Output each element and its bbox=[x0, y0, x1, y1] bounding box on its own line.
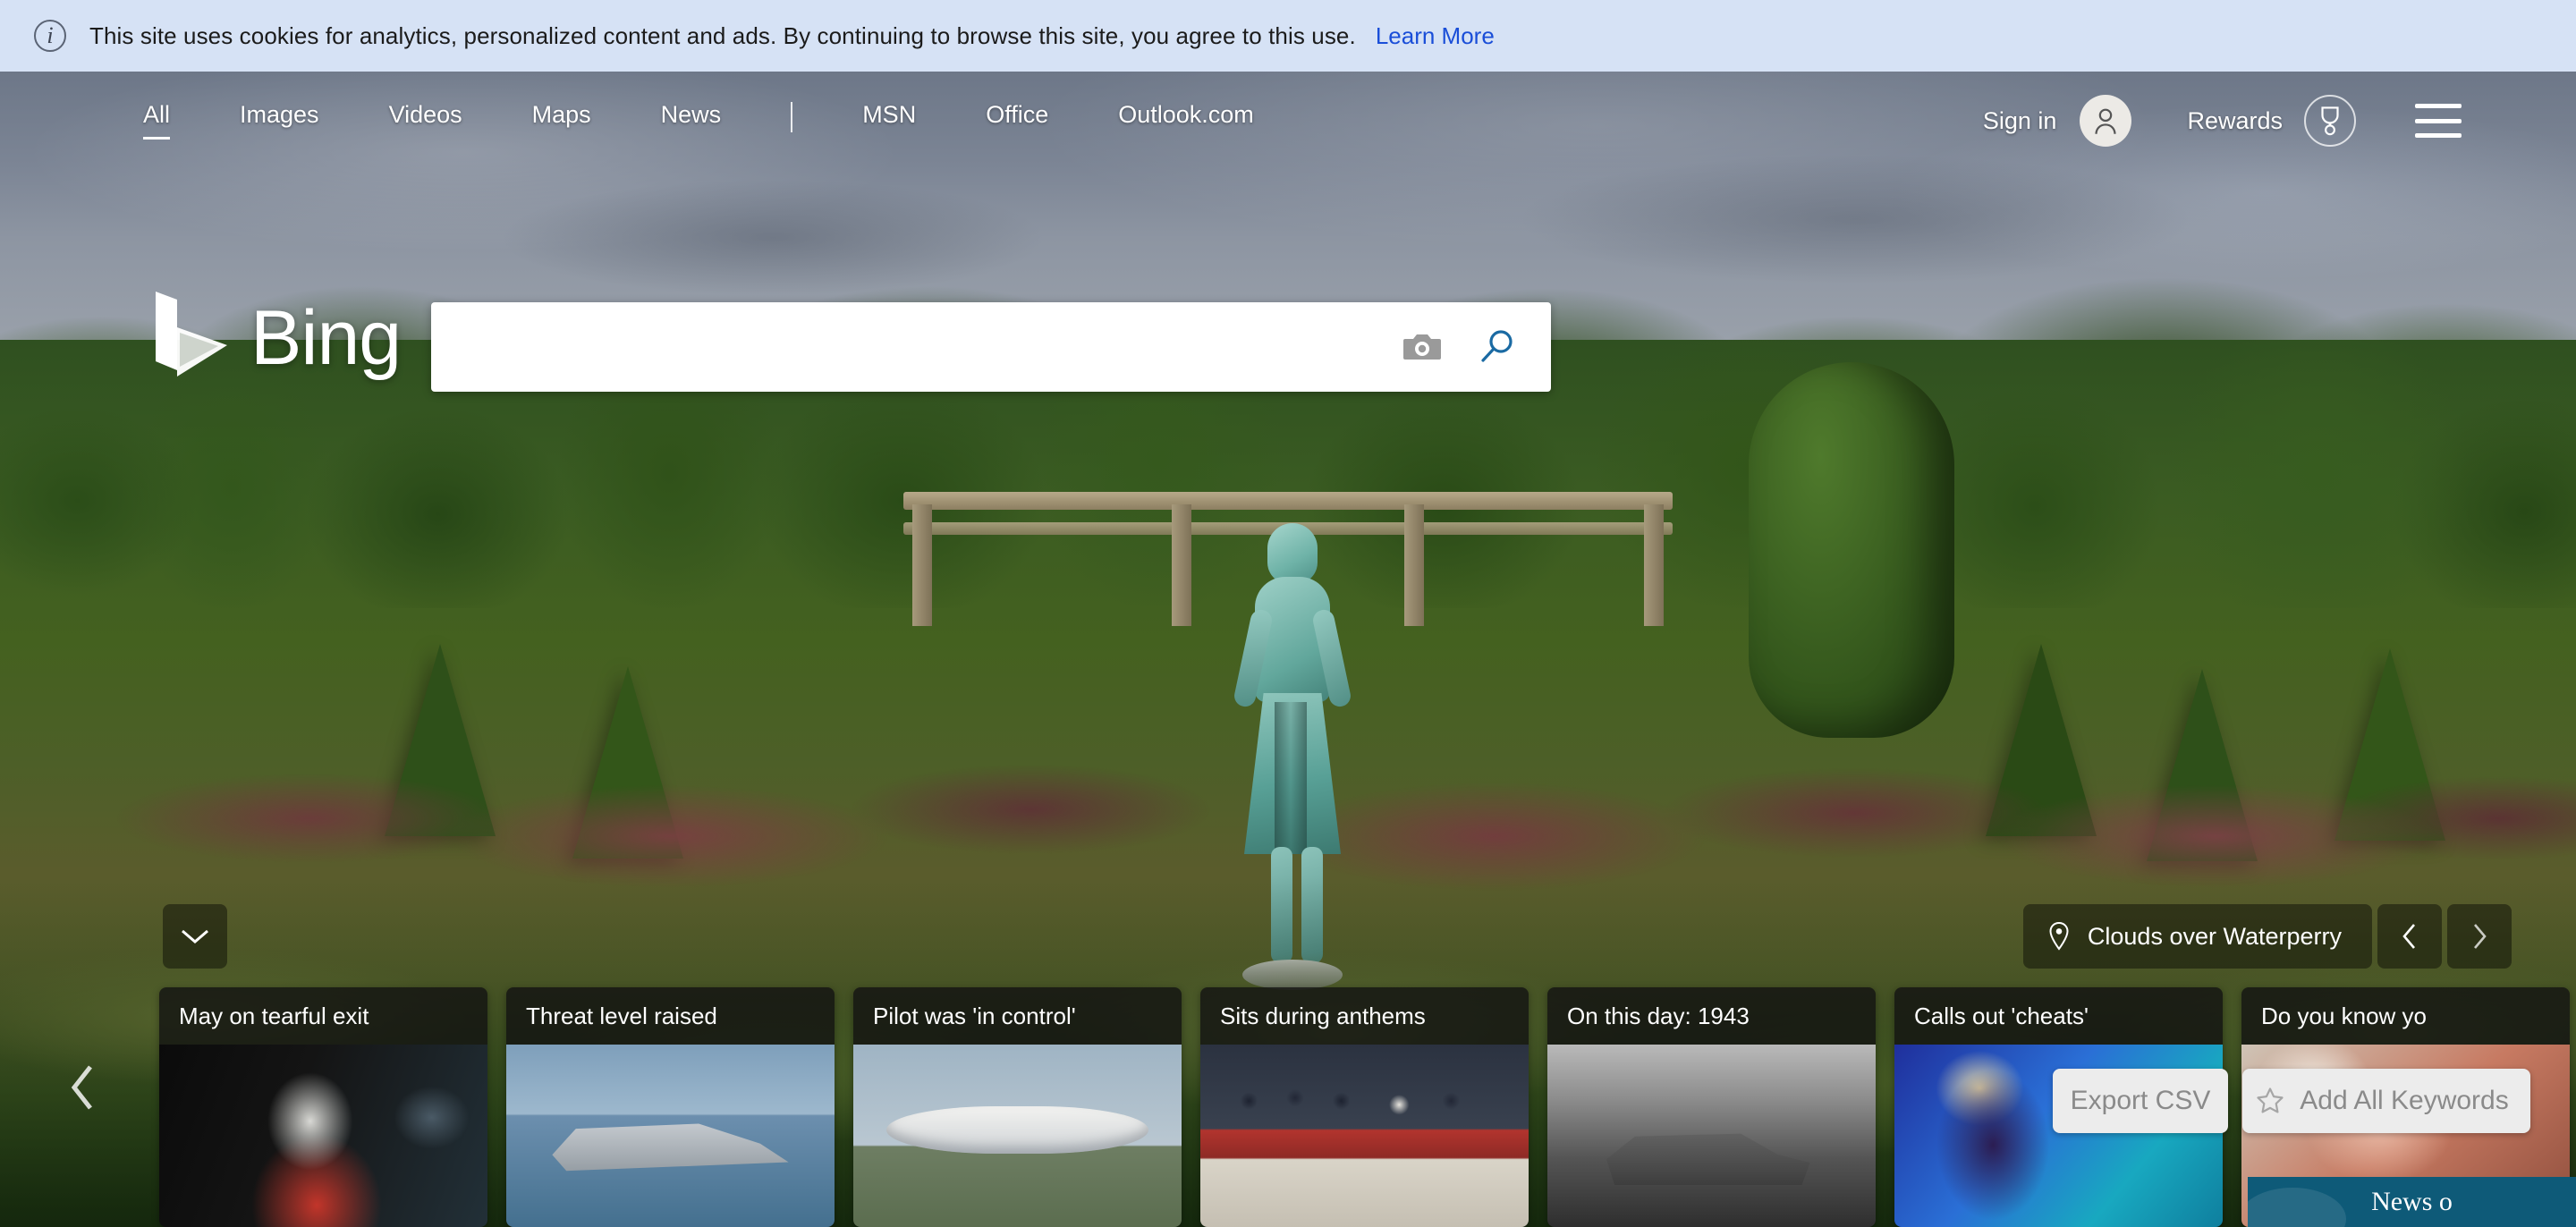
cookie-message: This site uses cookies for analytics, pe… bbox=[89, 21, 1356, 49]
learn-more-link[interactable]: Learn More bbox=[1376, 22, 1495, 50]
cookie-consent-banner: i This site uses cookies for analytics, … bbox=[0, 0, 2576, 72]
magnifier-icon bbox=[1481, 330, 1513, 362]
chevron-left-icon bbox=[2402, 924, 2415, 949]
star-outline-icon bbox=[2257, 1087, 2284, 1113]
visual-search-camera-button[interactable] bbox=[1385, 302, 1460, 392]
top-navigation-bar: All Images Videos Maps News MSN Office O… bbox=[0, 72, 2576, 170]
news-card-thumbnail bbox=[1200, 1045, 1529, 1227]
nav-item-all[interactable]: All bbox=[143, 101, 171, 141]
search-bar[interactable] bbox=[431, 302, 1551, 392]
news-card-thumbnail bbox=[506, 1045, 835, 1227]
hamburger-menu-icon[interactable] bbox=[2415, 104, 2462, 138]
nav-item-news[interactable]: News bbox=[661, 101, 722, 141]
nav-left-group: All Images Videos Maps News MSN Office O… bbox=[143, 101, 1324, 141]
person-icon bbox=[2095, 108, 2117, 134]
nav-right-group: Sign in Rewards bbox=[1983, 95, 2462, 147]
nav-item-outlook[interactable]: Outlook.com bbox=[1118, 101, 1254, 141]
nav-item-msn[interactable]: MSN bbox=[862, 101, 916, 141]
topiary-shrub bbox=[1749, 362, 1954, 738]
image-attribution-bar: Clouds over Waterperry bbox=[2022, 904, 2512, 969]
image-caption-text: Clouds over Waterperry bbox=[2087, 922, 2342, 950]
news-card-thumbnail bbox=[1547, 1045, 1876, 1227]
news-banner[interactable]: News o bbox=[2248, 1177, 2576, 1227]
news-card-headline: Sits during anthems bbox=[1220, 1002, 1426, 1029]
nav-item-maps[interactable]: Maps bbox=[532, 101, 591, 141]
nav-item-images[interactable]: Images bbox=[240, 101, 319, 141]
previous-image-button[interactable] bbox=[2377, 904, 2442, 969]
news-card-headline: On this day: 1943 bbox=[1567, 1002, 1750, 1029]
image-caption-button[interactable]: Clouds over Waterperry bbox=[2022, 904, 2372, 969]
news-card-headline: Pilot was 'in control' bbox=[873, 1002, 1076, 1029]
news-card-thumbnail bbox=[159, 1045, 487, 1227]
news-card[interactable]: On this day: 1943 bbox=[1547, 987, 1876, 1227]
info-icon: i bbox=[34, 20, 66, 52]
scroll-down-button[interactable] bbox=[163, 904, 227, 969]
chevron-left-icon bbox=[71, 1065, 92, 1110]
news-card-thumbnail bbox=[853, 1045, 1182, 1227]
export-csv-button[interactable]: Export CSV bbox=[2053, 1069, 2228, 1133]
search-input[interactable] bbox=[431, 302, 1385, 392]
rewards-label[interactable]: Rewards bbox=[2187, 107, 2283, 135]
carousel-prev-button[interactable] bbox=[55, 1054, 109, 1121]
news-card[interactable]: Sits during anthems bbox=[1200, 987, 1529, 1227]
export-csv-label: Export CSV bbox=[2070, 1086, 2211, 1115]
rewards-badge[interactable] bbox=[2304, 95, 2356, 147]
bing-wordmark: Bing bbox=[250, 295, 402, 381]
news-card[interactable]: Pilot was 'in control' bbox=[853, 987, 1182, 1227]
bing-logo[interactable]: Bing bbox=[150, 288, 402, 388]
next-image-button[interactable] bbox=[2447, 904, 2512, 969]
news-card-headline: May on tearful exit bbox=[179, 1002, 369, 1029]
news-card-headline: Threat level raised bbox=[526, 1002, 717, 1029]
chevron-down-icon bbox=[182, 929, 208, 944]
add-all-keywords-button[interactable]: Add All Keywords bbox=[2242, 1069, 2530, 1133]
chevron-right-icon bbox=[2474, 924, 2487, 949]
news-card[interactable]: Threat level raised bbox=[506, 987, 835, 1227]
nav-separator bbox=[791, 101, 793, 132]
nav-item-office[interactable]: Office bbox=[986, 101, 1048, 141]
medal-icon bbox=[2321, 106, 2339, 136]
news-card-headline: Do you know yo bbox=[2261, 1002, 2427, 1029]
account-avatar[interactable] bbox=[2080, 95, 2132, 147]
news-card-headline: Calls out 'cheats' bbox=[1914, 1002, 2089, 1029]
bing-logo-icon bbox=[150, 288, 233, 388]
news-card[interactable]: May on tearful exit bbox=[159, 987, 487, 1227]
search-submit-button[interactable] bbox=[1460, 302, 1535, 392]
nav-item-videos[interactable]: Videos bbox=[389, 101, 462, 141]
camera-icon bbox=[1403, 334, 1441, 360]
add-all-keywords-label: Add All Keywords bbox=[2300, 1086, 2509, 1115]
location-pin-icon bbox=[2049, 922, 2069, 951]
sign-in-label[interactable]: Sign in bbox=[1983, 107, 2057, 135]
